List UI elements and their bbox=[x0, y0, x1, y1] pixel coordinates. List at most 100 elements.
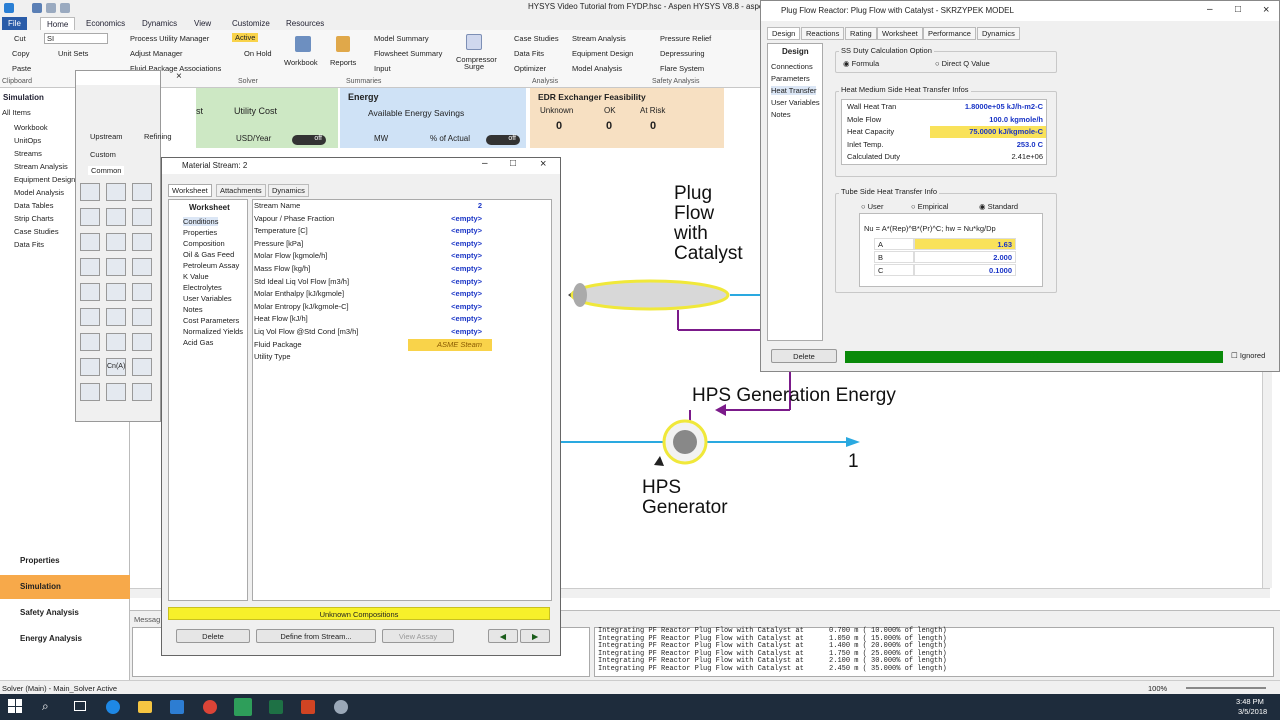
pfr-delete-button[interactable]: Delete bbox=[771, 349, 837, 363]
nav-item-data-tables[interactable]: Data Tables bbox=[14, 201, 53, 210]
palette-unitop[interactable] bbox=[106, 208, 126, 226]
ms-nav-electrolytes[interactable]: Electrolytes bbox=[183, 283, 222, 292]
pfr-nav-heat-transfer[interactable]: Heat Transfer bbox=[771, 86, 817, 95]
ms-row[interactable]: Stream Name 2 bbox=[254, 200, 544, 213]
ms-nav-user-variables[interactable]: User Variables bbox=[183, 294, 232, 303]
hm-value-cp[interactable]: 75.0000 kJ/kgmole-C bbox=[930, 126, 1046, 138]
pfr-nav-parameters[interactable]: Parameters bbox=[771, 74, 810, 83]
ignored-checkbox[interactable]: ☐ Ignored bbox=[1231, 351, 1265, 360]
palette-unitop[interactable] bbox=[132, 308, 152, 326]
pfr-nav-notes[interactable]: Notes bbox=[771, 110, 791, 119]
tab-home[interactable]: Home bbox=[40, 17, 76, 30]
palette-unitop[interactable] bbox=[132, 233, 152, 251]
cost-toggle[interactable]: off bbox=[292, 135, 326, 145]
ms-nav-acid-gas[interactable]: Acid Gas bbox=[183, 338, 213, 347]
palette-titlebar[interactable] bbox=[76, 71, 160, 85]
ms-tab-attachments[interactable]: Attachments bbox=[216, 184, 266, 197]
solver-active-button[interactable]: Active bbox=[232, 33, 259, 42]
palette-unitop[interactable] bbox=[80, 258, 100, 276]
ms-nav-notes[interactable]: Notes bbox=[183, 305, 203, 314]
optimizer-button[interactable]: Optimizer bbox=[514, 64, 546, 73]
pfr-nav-connections[interactable]: Connections bbox=[771, 62, 813, 71]
pfr-tab-design[interactable]: Design bbox=[767, 27, 801, 40]
workbook-button[interactable]: Workbook bbox=[284, 58, 318, 67]
task-view-icon[interactable] bbox=[74, 701, 86, 711]
pfr-maximize-icon[interactable]: □ bbox=[1235, 4, 1241, 15]
ms-titlebar[interactable]: Material Stream: 2 – □ × bbox=[162, 158, 560, 174]
ms-row[interactable]: Pressure [kPa] <empty> bbox=[254, 238, 544, 251]
palette-unitop[interactable] bbox=[80, 333, 100, 351]
empirical-radio[interactable]: ○ Empirical bbox=[911, 202, 948, 211]
hm-value-wall[interactable]: 1.8000e+05 kJ/h-m2-C bbox=[930, 101, 1046, 113]
user-radio[interactable]: ○ User bbox=[861, 202, 883, 211]
nav-simulation[interactable]: Simulation bbox=[0, 575, 130, 599]
unit-sets-button[interactable]: Unit Sets bbox=[58, 49, 88, 58]
palette-unitop[interactable] bbox=[132, 283, 152, 301]
ms-row[interactable]: Heat Flow [kJ/h] <empty> bbox=[254, 313, 544, 326]
process-utility-button[interactable]: Process Utility Manager bbox=[130, 34, 209, 43]
formula-radio[interactable]: ◉ Formula bbox=[843, 59, 879, 68]
zoom-slider[interactable] bbox=[1186, 687, 1266, 689]
explorer-icon[interactable] bbox=[138, 701, 152, 713]
data-fits-button[interactable]: Data Fits bbox=[514, 49, 544, 58]
unit-set-select[interactable]: SI bbox=[44, 33, 108, 44]
nav-item-stream-analysis[interactable]: Stream Analysis bbox=[14, 162, 68, 171]
nav-energy-analysis[interactable]: Energy Analysis bbox=[0, 627, 130, 651]
start-icon[interactable] bbox=[8, 699, 22, 713]
ms-row[interactable]: Temperature [C] <empty> bbox=[254, 225, 544, 238]
standard-radio[interactable]: ◉ Standard bbox=[979, 202, 1018, 211]
palette-unitop[interactable] bbox=[80, 183, 100, 201]
ms-row[interactable]: Liq Vol Flow @Std Cond [m3/h] <empty> bbox=[254, 326, 544, 339]
ms-nav-conditions[interactable]: Conditions bbox=[183, 217, 219, 226]
palette-component-list[interactable]: Cn(A) bbox=[106, 358, 126, 376]
tab-customize[interactable]: Customize bbox=[226, 17, 276, 30]
ms-nav-properties[interactable]: Properties bbox=[183, 228, 217, 237]
tab-file[interactable]: File bbox=[2, 17, 27, 30]
ms-prev-button[interactable]: ◀ bbox=[488, 629, 518, 643]
search-icon[interactable]: ⌕ bbox=[42, 699, 49, 714]
store-icon[interactable] bbox=[170, 700, 184, 714]
flare-system-button[interactable]: Flare System bbox=[660, 64, 704, 73]
ms-nav-cost-parameters[interactable]: Cost Parameters bbox=[183, 316, 239, 325]
ms-next-button[interactable]: ▶ bbox=[520, 629, 550, 643]
palette-tab-upstream[interactable]: Upstream bbox=[90, 132, 123, 141]
ms-delete-button[interactable]: Delete bbox=[176, 629, 250, 643]
pfr-nav-user-variables[interactable]: User Variables bbox=[771, 98, 820, 107]
ms-row[interactable]: Std Ideal Liq Vol Flow [m3/h] <empty> bbox=[254, 276, 544, 289]
ts-value-c[interactable]: 0.1000 bbox=[914, 264, 1016, 276]
ms-row[interactable]: Utility Type bbox=[254, 351, 544, 364]
ms-nav-normalized-yields[interactable]: Normalized Yields bbox=[183, 327, 243, 336]
hysys-icon[interactable] bbox=[234, 698, 252, 716]
powerpoint-icon[interactable] bbox=[301, 700, 315, 714]
nav-item-case-studies[interactable]: Case Studies bbox=[14, 227, 59, 236]
palette-unitop[interactable] bbox=[132, 358, 152, 376]
palette-unitop[interactable] bbox=[106, 233, 126, 251]
nav-item-unitops[interactable]: UnitOps bbox=[14, 136, 41, 145]
cut-button[interactable]: Cut bbox=[14, 34, 26, 43]
input-button[interactable]: Input bbox=[374, 64, 391, 73]
nav-item-equipment-design[interactable]: Equipment Design bbox=[14, 175, 75, 184]
hm-value-moleflow[interactable]: 100.0 kgmole/h bbox=[930, 114, 1046, 126]
palette-unitop[interactable] bbox=[106, 258, 126, 276]
palette-unitop[interactable] bbox=[106, 283, 126, 301]
flowsheet-vscrollbar[interactable] bbox=[1262, 372, 1272, 588]
undo-icon[interactable] bbox=[46, 3, 56, 13]
palette-close-icon[interactable]: × bbox=[176, 71, 182, 82]
adjust-manager-button[interactable]: Adjust Manager bbox=[130, 49, 183, 58]
nav-properties[interactable]: Properties bbox=[0, 549, 130, 573]
ts-value-b[interactable]: 2.000 bbox=[914, 251, 1016, 263]
ms-row[interactable]: Molar Flow [kgmole/h] <empty> bbox=[254, 250, 544, 263]
save-icon[interactable] bbox=[32, 3, 42, 13]
ts-value-a[interactable]: 1.63 bbox=[914, 238, 1016, 250]
tab-economics[interactable]: Economics bbox=[80, 17, 131, 30]
ms-maximize-icon[interactable]: □ bbox=[510, 158, 516, 169]
pressure-relief-button[interactable]: Pressure Relief bbox=[660, 34, 711, 43]
pfr-tab-reactions[interactable]: Reactions bbox=[801, 27, 845, 40]
excel-icon[interactable] bbox=[269, 700, 283, 714]
copy-button[interactable]: Copy bbox=[12, 49, 30, 58]
ms-nav-oil-gas-feed[interactable]: Oil & Gas Feed bbox=[183, 250, 234, 259]
pfr-close-icon[interactable]: × bbox=[1263, 4, 1269, 16]
ms-define-from-stream-button[interactable]: Define from Stream... bbox=[256, 629, 376, 643]
nav-item-workbook[interactable]: Workbook bbox=[14, 123, 48, 132]
palette-unitop[interactable] bbox=[80, 383, 100, 401]
